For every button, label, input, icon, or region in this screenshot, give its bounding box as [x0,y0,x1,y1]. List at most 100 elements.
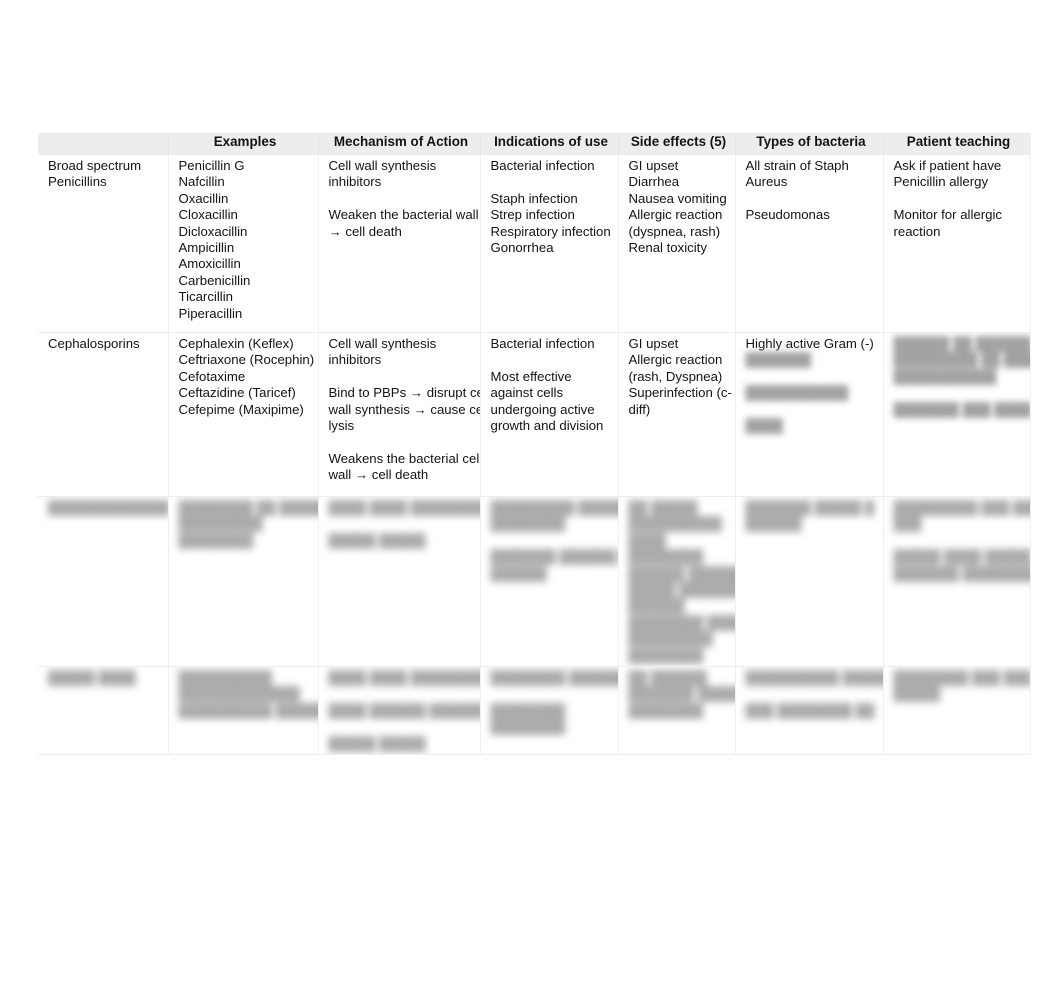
cell-bacteria: ███████ █████ █ ██████ [735,496,884,668]
cell-indications: Bacterial infection Staph infection Strep… [480,155,619,333]
text-line: lysis [328,418,355,434]
text-line: ████████ ████████ [490,670,618,686]
text-line: ███████ ███████ [628,686,735,702]
text-line: ███ ████████ ██ [745,702,875,718]
cell-teaching: Ask if patient have Penicillin allergy Mo… [883,155,1031,333]
text-line: Cloxacillin [178,207,238,223]
text-line: wall synthesis → cause cell [328,401,480,417]
text-line: ███████ [745,352,811,368]
text-line [894,533,1024,549]
redacted-text: ██████ ██ ██████ █████████ ██ █ █ █ ███████… [893,336,1030,418]
text-line: ████████ ██████ [628,614,735,630]
column-header-bacteria: Types of bacteria [735,133,884,155]
text-line: █████████ ███ ██████ [893,500,1030,515]
column-header-category [38,133,169,155]
cell-side-effects: GI upset Allergic reaction (rash, Dyspnea)… [618,332,736,497]
text-line: inhibitors [328,352,382,368]
text-line [894,191,1024,207]
document-canvas: Examples Mechanism of Action Indications… [0,0,1062,1001]
antibiotics-comparison-table: Examples Mechanism of Action Indications… [38,133,1031,756]
text-line [746,686,877,702]
text-line: ███████ ███ ████ [893,401,1030,417]
text-line: ███████ █████ █ [745,500,875,515]
text-line: █████████████ [178,686,300,702]
text-line [746,402,877,418]
cell-side-effects: GI upset Diarrhea Nausea vomiting Allergic … [618,155,736,333]
text-line: █████ ████ █████ [893,549,1030,565]
text-line: Weaken the bacterial wall [328,207,479,223]
cell-mechanism: ████ ████ █████████ █████ █████ [318,496,481,668]
text-line: against cells [490,385,564,401]
text-line: Piperacillin [178,305,243,321]
text-line: → cell death [328,223,402,239]
redacted-text: ███████ █████ █ ██████ [746,500,877,533]
table-body: Broad spectrum Penicillins Penicillin G Na… [38,155,1031,756]
text-line: undergoing active [490,401,595,417]
cell-indications: █████████ ████ ████████ ████ ███ ████ ██ █ ██… [480,496,619,668]
text-line: ███████████ [745,385,849,401]
text-line: ██████ [745,516,802,532]
text-line: Bacterial infection [490,158,595,173]
text-line: Cephalosporins [48,336,140,351]
table-header: Examples Mechanism of Action Indications… [38,133,1031,155]
text-line [329,686,474,702]
text-line: ████ ██████ ██████ [328,702,480,718]
text-line: Highly active Gram (-) [745,336,874,351]
column-header-teaching: Patient teaching [883,133,1031,155]
redacted-text: ██████████ ██████ ███ ████████ ██ [745,670,883,719]
text-line: Penicillins [48,174,107,190]
text-line: ██ ██████ [628,670,707,686]
text-line: ███████ ██████ █ [490,549,618,565]
text-line: Allergic reaction [628,352,723,368]
cell-bacteria: ██████████ ██████ ███ ████████ ██ [735,666,884,756]
text-line: Dicloxacillin [178,223,248,239]
text-line: Bind to PBPs → disrupt cell [328,385,480,401]
cell-side-effects: ██ █████ ██████████ ████ ████████ ██████ ███… [618,496,736,668]
cell-bacteria: Highly active Gram (-) ███████ █████████… [735,332,884,497]
text-line [491,686,612,702]
text-line [491,533,612,549]
redacted-text: ████ ████ █████████ ████ ██████ ██████ █… [328,670,480,752]
cell-mechanism: Cell wall synthesis inhibitors Weaken the… [318,155,481,333]
text-line: █████ █████ [328,735,426,751]
text-line: Staph infection [490,190,578,206]
text-line: diff) [628,401,651,417]
cell-examples: ████████ ██ ████████████████████████████ [168,496,319,668]
text-line: Superinfection (c- [628,385,732,401]
text-line: ██ █████ [628,500,698,515]
text-line [491,352,612,368]
text-line: All strain of Staph [745,158,849,173]
redacted-text: █████████████████████████████████ ██████… [178,670,318,719]
text-line [329,516,474,532]
text-line: Ask if patient have [893,158,1002,173]
text-line: ████ ████ █████████ [328,670,480,686]
text-line: █████████ ██ █████████ [893,352,1030,368]
cell-teaching: █████████ ███ █ ███ █████ ████ █ ████ █████… [883,496,1031,668]
column-header-examples: Examples [168,133,319,155]
text-line: Most effective [490,368,572,384]
table-row: █████ ████ ██████████ █████████████ ██████… [38,666,1031,756]
table-row: Cephalosporins Cephalexin (Keflex) Ceftri… [38,332,1031,497]
text-line: ██████ ████████ [628,565,735,581]
text-line [329,719,474,735]
redacted-text: ████████ ███ ███ █████ [894,670,1030,703]
text-line: █████████████ [48,500,168,515]
text-line: ██████████ [178,670,272,686]
text-line: Cell wall synthesis [328,158,437,173]
cell-examples: █████████████████████████████████ ██████… [168,666,319,756]
text-line: ████ ████ █████████ [328,500,480,515]
text-line: Pseudomonas [745,207,830,223]
text-line: inhibitors [328,174,382,190]
text-line: (rash, Dyspnea) [628,368,723,384]
text-line: Oxacillin [178,190,229,206]
text-line: Ceftazidine (Taricef) [178,385,296,401]
text-line: growth and division [490,418,604,434]
text-line: █████████ ████████ [490,500,618,515]
text-line: █████ █████ [328,532,426,548]
text-line: █████████ [178,516,263,532]
text-line: Cephalexin (Keflex) [178,336,294,351]
cell-category: █████████████ [38,496,169,668]
text-line: Diarrhea [628,174,680,190]
text-line: Gonorrhea [490,240,554,256]
text-line: Strep infection [490,207,575,223]
